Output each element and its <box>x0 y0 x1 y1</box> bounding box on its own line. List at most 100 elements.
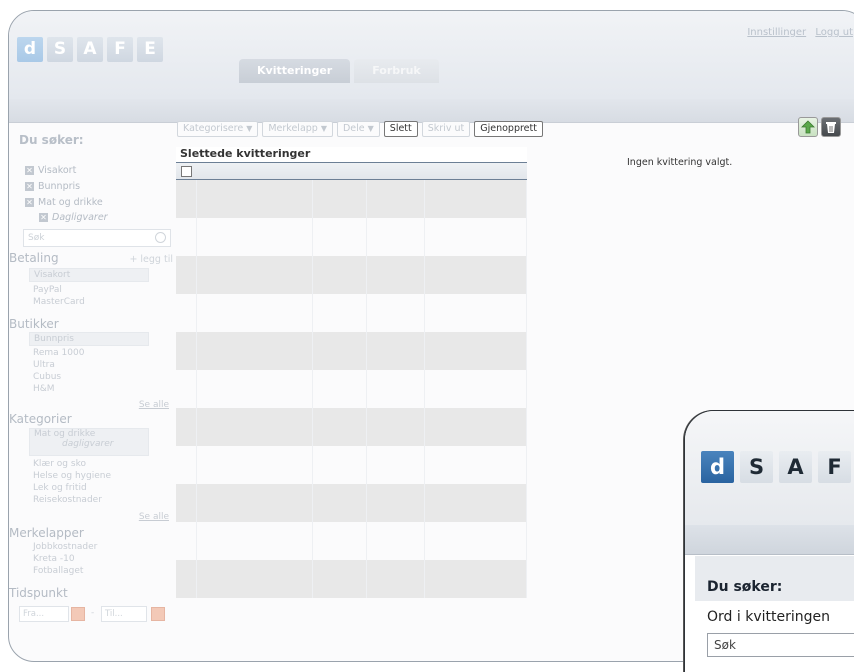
list-row[interactable] <box>176 370 527 408</box>
categorize-label: Kategorisere <box>183 123 244 134</box>
tab-forbruk[interactable]: Forbruk <box>354 59 439 83</box>
filter-chip[interactable]: ✕ Mat og drikke <box>25 197 103 208</box>
tag-item[interactable]: Kreta -10 <box>33 554 75 564</box>
calendar-icon[interactable] <box>71 607 85 621</box>
remove-filter-icon[interactable]: ✕ <box>25 198 34 207</box>
remove-filter-icon[interactable]: ✕ <box>25 182 34 191</box>
select-all-checkbox[interactable] <box>181 166 192 177</box>
popup-field-label: Ord i kvitteringen <box>707 609 830 625</box>
list-row[interactable] <box>176 560 527 598</box>
upload-icon[interactable] <box>798 117 818 137</box>
add-payment-link[interactable]: + legg til <box>129 254 173 265</box>
popup-window: d S A F Du søker: Ord i kvitteringen Søk <box>684 410 854 672</box>
list-row[interactable] <box>176 256 527 294</box>
logo-letter: F <box>818 451 851 483</box>
delete-button[interactable]: Slett <box>383 121 418 137</box>
payment-item[interactable]: MasterCard <box>33 297 85 307</box>
date-from-input[interactable]: Fra... <box>19 606 69 622</box>
popup-search-input[interactable]: Søk <box>707 633 854 657</box>
tag-label: Merkelapp <box>268 123 318 134</box>
tag-item[interactable]: Jobbkostnader <box>33 542 97 552</box>
restore-button[interactable]: Gjenopprett <box>474 121 543 137</box>
category-item[interactable]: Lek og fritid <box>33 483 87 493</box>
filter-chip-sub[interactable]: ✕ Dagligvarer <box>39 212 108 223</box>
sub-header-bar <box>9 99 854 123</box>
popup-logo: d S A F <box>701 451 851 483</box>
filter-chip[interactable]: ✕ Bunnpris <box>25 181 80 192</box>
chevron-down-icon: ▼ <box>246 124 253 133</box>
logout-link[interactable]: Logg ut <box>815 27 853 38</box>
view-icons <box>798 117 841 137</box>
list-row[interactable] <box>176 218 527 256</box>
list-row[interactable] <box>176 294 527 332</box>
section-tags: Merkelapper <box>9 526 84 540</box>
share-dropdown[interactable]: Dele ▼ <box>336 121 380 137</box>
list-row[interactable] <box>176 180 527 218</box>
toolbar: Kategorisere ▼ Merkelapp ▼ Dele ▼ Slett Skr… <box>177 121 543 137</box>
list-header-row <box>176 163 527 180</box>
filter-label: Bunnpris <box>38 181 81 192</box>
receipt-list: Slettede kvitteringer <box>176 147 527 643</box>
payment-item[interactable]: PayPal <box>33 285 62 295</box>
payment-item-selected[interactable]: Visakort <box>29 268 149 282</box>
chevron-down-icon: ▼ <box>320 124 327 133</box>
category-item[interactable]: Reisekostnader <box>33 495 102 505</box>
search-icon[interactable] <box>155 232 166 243</box>
chevron-down-icon: ▼ <box>367 124 374 133</box>
date-range: Fra... - Til... <box>19 606 169 622</box>
section-stores: Butikker <box>9 317 59 331</box>
logo-letter: d <box>17 37 43 62</box>
popup-bar <box>685 525 854 555</box>
store-item[interactable]: Rema 1000 <box>33 348 84 358</box>
category-item[interactable]: Helse og hygiene <box>33 471 111 481</box>
categorize-dropdown[interactable]: Kategorisere ▼ <box>177 121 259 137</box>
list-row[interactable] <box>176 522 527 560</box>
filter-chip[interactable]: ✕ Visakort <box>25 165 76 176</box>
sidebar: Du søker: ✕ Visakort ✕ Bunnpris ✕ Mat og… <box>9 123 175 661</box>
trash-icon[interactable] <box>821 117 841 137</box>
filter-label: Dagligvarer <box>52 212 108 223</box>
settings-link[interactable]: Innstillinger <box>747 27 806 38</box>
category-item-selected[interactable]: Mat og drikke dagligvarer <box>29 428 149 456</box>
list-row[interactable] <box>176 484 527 522</box>
logo-letter: A <box>779 451 812 483</box>
store-item[interactable]: Ultra <box>33 360 55 370</box>
logo-letter: d <box>701 451 734 483</box>
print-button[interactable]: Skriv ut <box>421 121 471 137</box>
store-item-label: Bunnpris <box>34 334 74 344</box>
tag-item[interactable]: Fotballaget <box>33 566 83 576</box>
logo-letter: F <box>107 37 133 62</box>
logo-letter: S <box>47 37 73 62</box>
share-label: Dele <box>342 123 365 134</box>
list-row[interactable] <box>176 446 527 484</box>
date-to-input[interactable]: Til... <box>101 606 147 622</box>
date-separator: - <box>91 608 95 618</box>
store-item[interactable]: H&M <box>33 384 55 394</box>
list-row[interactable] <box>176 332 527 370</box>
section-time: Tidspunkt <box>9 586 68 600</box>
tab-kvitteringer[interactable]: Kvitteringer <box>239 59 351 83</box>
category-item[interactable]: Klær og sko <box>33 459 86 469</box>
calendar-icon[interactable] <box>151 607 165 621</box>
logo: d S A F E <box>17 37 163 62</box>
categories-see-all-link[interactable]: Se alle <box>139 512 169 522</box>
tag-dropdown[interactable]: Merkelapp ▼ <box>262 121 333 137</box>
filter-label: Mat og drikke <box>38 197 103 208</box>
remove-filter-icon[interactable]: ✕ <box>39 213 48 222</box>
top-links: Innstillinger Logg ut <box>741 27 853 38</box>
category-label: Mat og drikke <box>34 429 96 439</box>
section-categories: Kategorier <box>9 412 72 426</box>
store-item[interactable]: Cubus <box>33 372 61 382</box>
logo-letter: A <box>77 37 103 62</box>
section-payment: Betaling <box>9 251 59 265</box>
sidebar-search-input[interactable]: Søk <box>23 229 171 247</box>
remove-filter-icon[interactable]: ✕ <box>25 166 34 175</box>
stores-see-all-link[interactable]: Se alle <box>139 400 169 410</box>
logo-letter: S <box>740 451 773 483</box>
payment-item-label: Visakort <box>34 270 71 280</box>
sidebar-title: Du søker: <box>19 133 84 147</box>
list-rows <box>176 180 527 598</box>
store-item-selected[interactable]: Bunnpris <box>29 332 149 346</box>
filter-label: Visakort <box>38 165 77 176</box>
list-row[interactable] <box>176 408 527 446</box>
